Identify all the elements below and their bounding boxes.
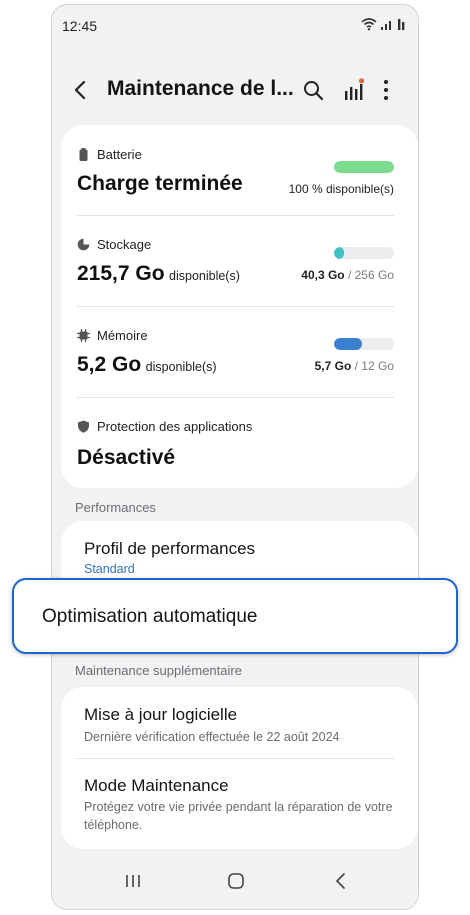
section-header-maintenance: Maintenance supplémentaire [75, 663, 242, 678]
wifi-icon [361, 18, 377, 31]
auto-optimization-label: Optimisation automatique [42, 606, 258, 627]
software-update-subtitle: Dernière vérification effectuée le 22 ao… [84, 730, 340, 744]
battery-icon [79, 148, 88, 161]
storage-caption: 40,3 Go / 256 Go [301, 268, 394, 282]
battery-label: Batterie [97, 147, 142, 162]
memory-label: Mémoire [97, 328, 148, 343]
memory-bar [334, 338, 394, 350]
app-protection-value: Désactivé [77, 446, 176, 469]
app-protection-label-line: Protection des applications [77, 419, 252, 434]
battery-bar [334, 161, 394, 173]
storage-total: / 256 Go [347, 268, 394, 282]
memory-row[interactable]: Mémoire 5,2 Go disponible(s) 5,7 Go / 12… [77, 307, 394, 397]
app-protection-label: Protection des applications [97, 419, 253, 434]
app-bar: Maintenance de l... [52, 61, 418, 119]
battery-row[interactable]: Batterie Charge terminée 100 % disponibl… [77, 125, 394, 215]
status-bar: 12:45 [52, 5, 418, 45]
storage-value: 215,7 Go [77, 262, 165, 285]
navigation-bar [52, 854, 418, 909]
storage-label: Stockage [97, 237, 152, 252]
nav-back-icon[interactable] [329, 869, 353, 893]
performance-profile-value[interactable]: Standard [84, 560, 135, 578]
section-header-performances: Performances [75, 500, 156, 515]
search-icon[interactable] [302, 79, 324, 101]
recents-icon[interactable] [121, 869, 145, 893]
memory-caption: 5,7 Go / 12 Go [315, 359, 394, 373]
memory-icon [77, 329, 90, 342]
memory-value-line: 5,2 Go disponible(s) [77, 353, 217, 377]
memory-label-line: Mémoire [77, 328, 148, 343]
memory-value: 5,2 Go [77, 353, 142, 376]
battery-bar-fill [334, 161, 394, 173]
memory-unit: disponible(s) [145, 360, 217, 374]
memory-bar-fill [334, 338, 363, 350]
shield-icon [78, 420, 89, 433]
storage-bar-fill [334, 247, 344, 259]
storage-bar [334, 247, 394, 259]
signal-icon [398, 18, 405, 30]
status-time: 12:45 [62, 18, 98, 34]
storage-unit: disponible(s) [169, 269, 240, 283]
performance-profile-title[interactable]: Profil de performances [84, 539, 255, 559]
signal-icon [381, 20, 391, 30]
home-icon[interactable] [224, 869, 248, 893]
battery-label-line: Batterie [77, 147, 142, 162]
phone-screen: 12:45 Maintenance de l... Batterie Charg… [51, 4, 419, 910]
memory-used: 5,7 Go [314, 359, 352, 373]
maintenance-mode-subtitle: Protégez votre vie privée pendant la rép… [84, 800, 393, 832]
storage-label-line: Stockage [77, 237, 151, 252]
maintenance-mode-title: Mode Maintenance [84, 776, 229, 795]
back-icon[interactable] [70, 79, 92, 101]
page-title: Maintenance de l... [107, 77, 294, 100]
battery-caption: 100 % disponible(s) [288, 182, 394, 196]
maintenance-card: Mise à jour logicielle Dernière vérifica… [61, 687, 418, 849]
storage-used: 40,3 Go [301, 268, 345, 282]
memory-total: / 12 Go [354, 359, 394, 373]
status-icons [361, 17, 406, 31]
storage-icon [77, 238, 90, 251]
device-status-card: Batterie Charge terminée 100 % disponibl… [61, 125, 418, 488]
battery-value: Charge terminée [77, 172, 243, 195]
auto-optimization-item[interactable]: Optimisation automatique [12, 578, 458, 654]
storage-row[interactable]: Stockage 215,7 Go disponible(s) 40,3 Go … [77, 216, 394, 306]
more-icon[interactable] [378, 79, 394, 101]
chart-icon[interactable] [342, 78, 364, 102]
storage-value-line: 215,7 Go disponible(s) [77, 262, 240, 286]
software-update-title: Mise à jour logicielle [84, 705, 238, 724]
app-protection-row[interactable]: Protection des applications Désactivé [77, 398, 394, 488]
divider [77, 758, 394, 759]
